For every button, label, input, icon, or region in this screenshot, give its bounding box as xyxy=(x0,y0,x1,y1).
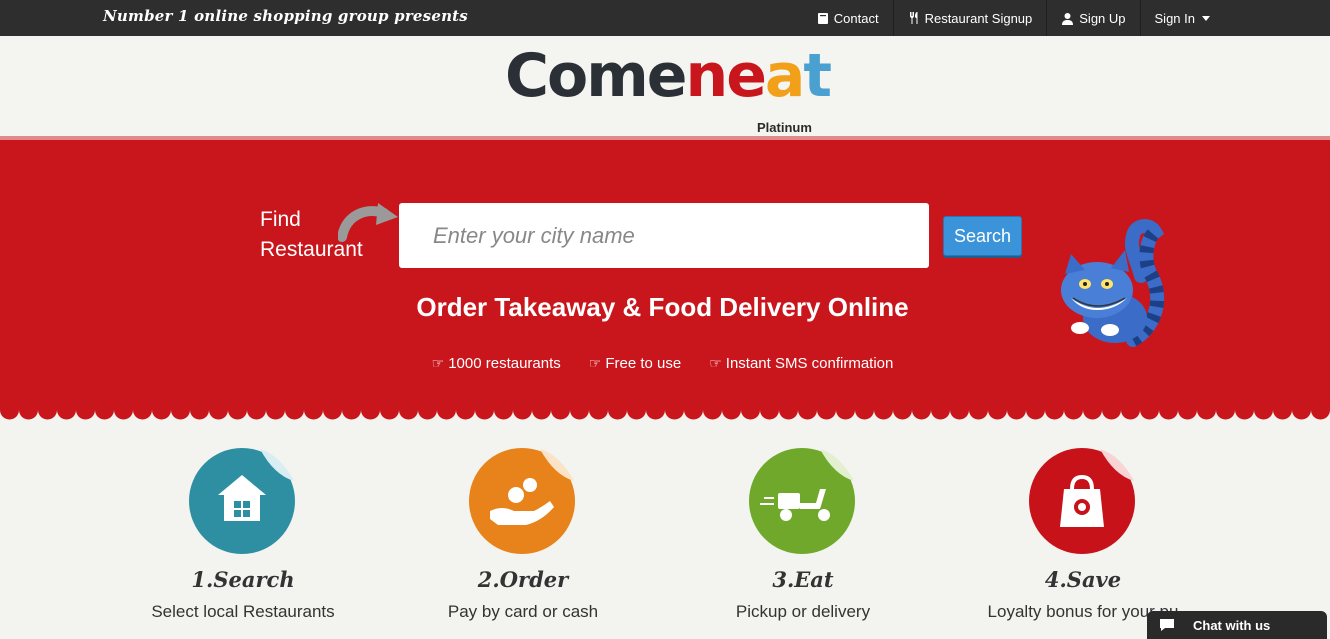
cutlery-icon xyxy=(909,12,918,24)
house-icon xyxy=(189,448,295,554)
coin-hand-icon xyxy=(469,448,575,554)
step-desc: Pickup or delivery xyxy=(735,602,871,621)
city-search-input[interactable] xyxy=(399,203,929,268)
step-badge xyxy=(468,445,578,555)
feature-free: Free to use xyxy=(605,355,682,372)
restaurant-signup-link[interactable]: Restaurant Signup xyxy=(892,0,1047,36)
pointing-hand-icon: ☞ xyxy=(588,355,602,371)
pointing-hand-icon: ☞ xyxy=(709,355,722,371)
search-button[interactable]: Search xyxy=(943,216,1022,256)
top-bar: Number 1 online shopping group presents … xyxy=(0,0,1330,36)
feature-item: ☞ Free to use xyxy=(589,355,681,372)
chat-widget[interactable]: Chat with us xyxy=(1147,611,1327,639)
shopping-bag-icon xyxy=(1029,448,1135,554)
caret-down-icon xyxy=(1202,15,1210,21)
step-title: 2.Order xyxy=(477,567,569,592)
sign-up-label: Sign Up xyxy=(1079,10,1126,26)
chat-bubble-icon xyxy=(1160,619,1174,631)
chat-label: Chat with us xyxy=(1193,617,1271,633)
step-badge xyxy=(1028,445,1138,555)
step-badge xyxy=(748,445,858,555)
step-save: 4.Save Loyalty bonus for your pu xyxy=(953,445,1213,622)
logo-part-e1: e xyxy=(646,41,688,111)
logo-part-com: Com xyxy=(505,41,649,111)
comeneat-logo[interactable]: Com e ne a t Platinum xyxy=(505,41,832,135)
logo-part-ne: ne xyxy=(685,41,766,111)
step-desc: Select local Restaurants xyxy=(151,602,335,621)
step-badge xyxy=(188,445,298,555)
step-desc: Pay by card or cash xyxy=(447,602,599,621)
top-nav: Contact Restaurant Signup Sign Up Sign I… xyxy=(803,0,1224,36)
feature-restaurants: 1000 restaurants xyxy=(448,355,561,372)
sign-in-label: Sign In xyxy=(1154,10,1195,26)
step-search: 1.Search Select local Restaurants xyxy=(113,445,373,622)
cheshire-cat-mascot xyxy=(1061,219,1165,347)
contact-label: Contact xyxy=(833,10,879,26)
logo-tier: Platinum xyxy=(757,120,812,135)
tagline: Number 1 online shopping group presents xyxy=(103,7,468,25)
step-order: 2.Order Pay by card or cash xyxy=(393,445,653,622)
scooter-icon xyxy=(749,448,855,554)
logo-part-a: a xyxy=(764,41,805,111)
feature-item: ☞ Instant SMS confirmation xyxy=(709,355,893,372)
scallop-edge xyxy=(0,404,1330,422)
contact-link[interactable]: Contact xyxy=(803,0,893,36)
logo-part-t: t xyxy=(803,41,832,111)
pointing-hand-icon: ☞ xyxy=(431,355,445,371)
restaurant-signup-label: Restaurant Signup xyxy=(924,10,1033,26)
step-eat: 3.Eat Pickup or delivery xyxy=(673,445,933,622)
step-title: 4.Save xyxy=(1044,567,1122,592)
step-title: 3.Eat xyxy=(772,567,834,592)
user-icon xyxy=(1062,12,1074,25)
step-title: 1.Search xyxy=(191,567,295,592)
feature-sms: Instant SMS confirmation xyxy=(725,355,894,372)
book-icon xyxy=(817,12,828,24)
feature-item: ☞ 1000 restaurants xyxy=(432,355,561,372)
sign-in-dropdown[interactable]: Sign In xyxy=(1139,0,1224,36)
curved-arrow-icon xyxy=(338,203,398,242)
sign-up-link[interactable]: Sign Up xyxy=(1046,0,1139,36)
logo-header: Com e ne a t Platinum xyxy=(0,36,1330,137)
feature-list: ☞ 1000 restaurants ☞ Free to use ☞ Instant … xyxy=(0,355,1325,372)
